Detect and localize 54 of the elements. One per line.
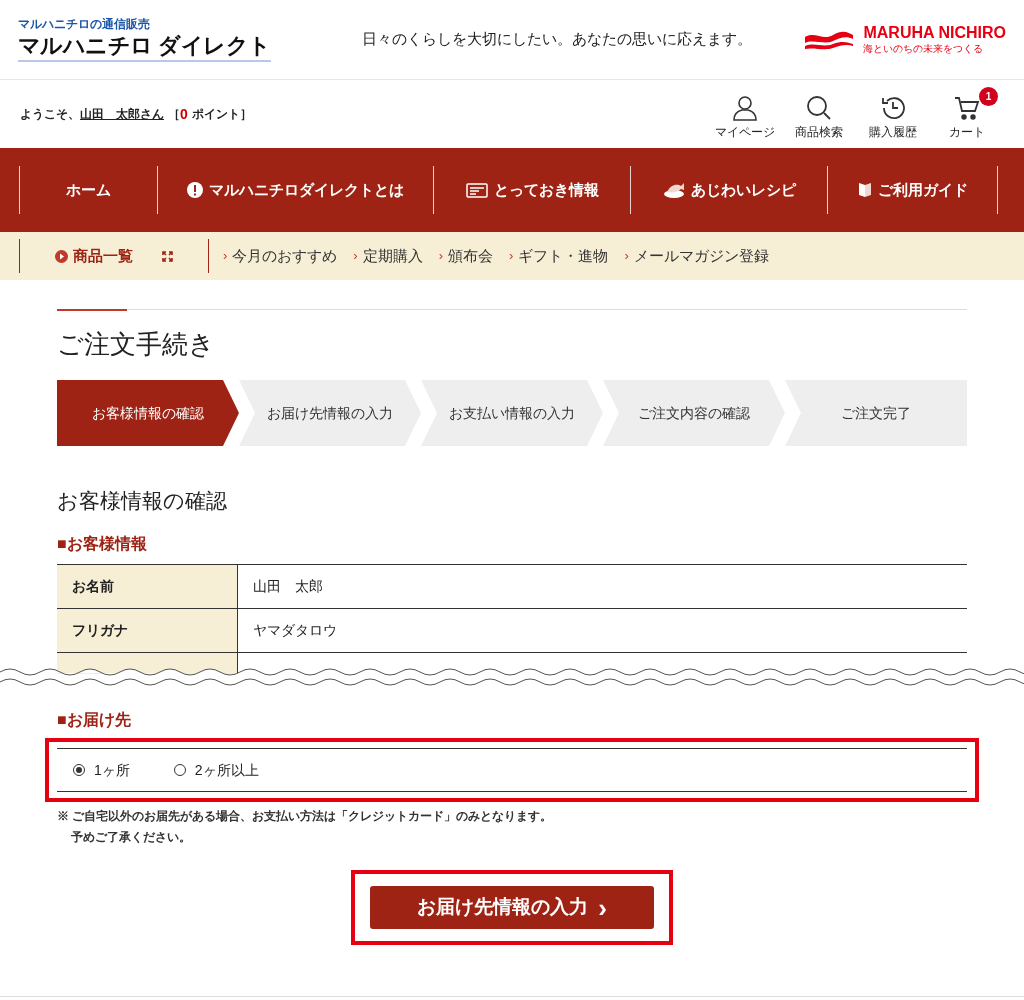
points-label: ポイント］ — [191, 106, 252, 123]
corporate-slogan: 海といのちの未来をつくる — [863, 43, 984, 56]
cart-icon — [954, 95, 980, 121]
subnav-link[interactable]: › 頒布会 — [438, 244, 494, 268]
section-title: お客様情報の確認 — [57, 488, 228, 514]
nav-tab[interactable]: とっておき情報 — [434, 166, 631, 214]
cart-count-badge: 1 — [979, 87, 998, 106]
nav-tab[interactable]: あじわいレシピ — [631, 166, 828, 214]
search-icon — [806, 95, 832, 121]
utility-button[interactable]: カート 1 — [934, 87, 1000, 141]
brand-logo[interactable]: マルハニチロ ダイレクト — [18, 32, 271, 62]
nav-tab[interactable]: ご利用ガイド — [828, 166, 998, 214]
next-step-button[interactable]: お届け先情報の入力 › — [370, 886, 654, 929]
tagline: 日々のくらしを大切にしたい。あなたの思いに応えます。 — [362, 29, 752, 50]
radio-option[interactable]: 1ヶ所 — [73, 759, 130, 781]
nav-tab[interactable]: マルハニチロダイレクトとは — [158, 166, 434, 214]
corporate-name: MARUHA NICHIRO — [863, 23, 1006, 44]
customer-heading: ■お客様情報 — [57, 534, 148, 554]
utility-button[interactable]: マイページ — [712, 87, 778, 141]
play-icon — [55, 249, 68, 263]
field-value: 山田 太郎 — [252, 577, 324, 596]
checkout-step: お客様情報の確認 — [57, 380, 239, 446]
brand-subtitle: マルハニチロの通信販売 — [18, 17, 151, 33]
subnav-link[interactable]: › メールマガジン登録 — [624, 244, 769, 268]
checkout-step: お届け先情報の入力 — [239, 380, 421, 446]
products-menu-link[interactable]: 商品一覧 — [20, 244, 208, 268]
field-value: ヤマダタロウ — [252, 621, 338, 640]
bracket-text: ［ — [168, 106, 180, 123]
checkout-step: お支払い情報の入力 — [421, 380, 603, 446]
checkout-step: ご注文完了 — [785, 380, 967, 446]
field-label: お名前 — [57, 565, 238, 608]
utility-button[interactable]: 商品検索 — [786, 87, 852, 141]
radio-option[interactable]: 2ヶ所以上 — [173, 759, 259, 781]
subnav-link[interactable]: › 今月のおすすめ — [223, 244, 338, 268]
page-title: ご注文手続き — [57, 328, 216, 361]
delivery-heading: ■お届け先 — [57, 710, 132, 730]
book-icon — [857, 182, 872, 198]
field-label: フリガナ — [57, 609, 238, 652]
subnav-link[interactable]: › 定期購入 — [353, 244, 423, 268]
user-name-link[interactable]: 山田 太郎さん — [80, 105, 164, 123]
note-text: 予めご了承ください。 — [70, 829, 192, 846]
card-icon — [465, 182, 488, 198]
checkout-step: ご注文内容の確認 — [603, 380, 785, 446]
utility-button[interactable]: 購入履歴 — [860, 87, 926, 141]
exclamation-icon — [187, 182, 203, 198]
history-icon — [880, 95, 906, 121]
expand-icon — [162, 250, 173, 262]
subnav-link[interactable]: › ギフト・進物 — [509, 244, 609, 268]
note-text: ※ ご自宅以外のお届先がある場合、お支払い方法は「クレジットカード」のみとなります。 — [57, 808, 554, 825]
person-icon — [732, 95, 758, 121]
nav-tab[interactable]: ホーム — [20, 166, 158, 214]
welcome-text: ようこそ、 — [20, 106, 80, 123]
fish-dish-icon — [662, 181, 685, 199]
points-value: 0 — [180, 104, 188, 124]
